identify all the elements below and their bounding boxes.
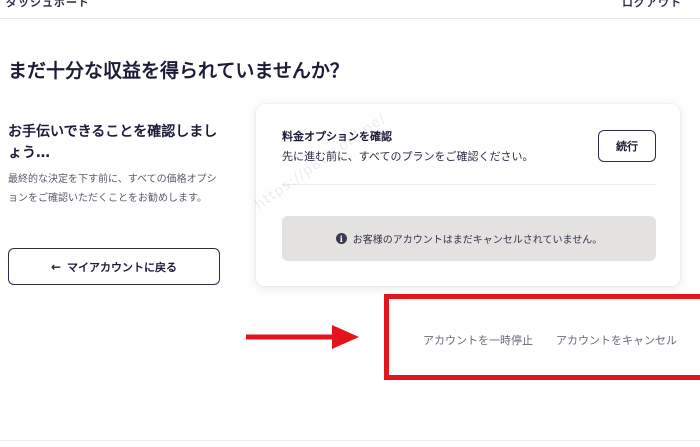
cancellation-notice: i お客様のアカウントはまだキャンセルされていません。 (282, 216, 656, 261)
cancel-account-link[interactable]: アカウントをキャンセル (556, 332, 677, 348)
header-left-text[interactable]: ダッシュボード (6, 0, 90, 10)
top-header: ダッシュボード ログアウト (0, 0, 700, 19)
back-button-label: マイアカウントに戻る (67, 260, 178, 274)
pause-account-link[interactable]: アカウントを一時停止 (423, 332, 533, 348)
back-to-account-button[interactable]: ← マイアカウントに戻る (8, 248, 220, 285)
pricing-options-card: 料金オプションを確認 先に進む前に、すべてのプランをご確認ください。 続行 i … (256, 104, 680, 286)
info-icon: i (335, 233, 347, 244)
red-arrow-annotation (246, 325, 359, 349)
arrow-left-icon: ← (50, 259, 62, 274)
help-heading: お手伝いできることを確認しましょう… (8, 124, 218, 161)
page-title: まだ十分な収益を得られていませんか？ (8, 60, 349, 82)
header-right-text[interactable]: ログアウト (622, 0, 682, 10)
notice-text: お客様のアカウントはまだキャンセルされていません。 (352, 235, 603, 246)
card-divider (282, 184, 656, 185)
continue-button[interactable]: 続行 (598, 130, 656, 162)
help-description: 最終的な決定を下す前に、すべての価格オプションをご確認いただくことをお勧めします… (8, 174, 217, 204)
bottom-divider (0, 440, 700, 441)
